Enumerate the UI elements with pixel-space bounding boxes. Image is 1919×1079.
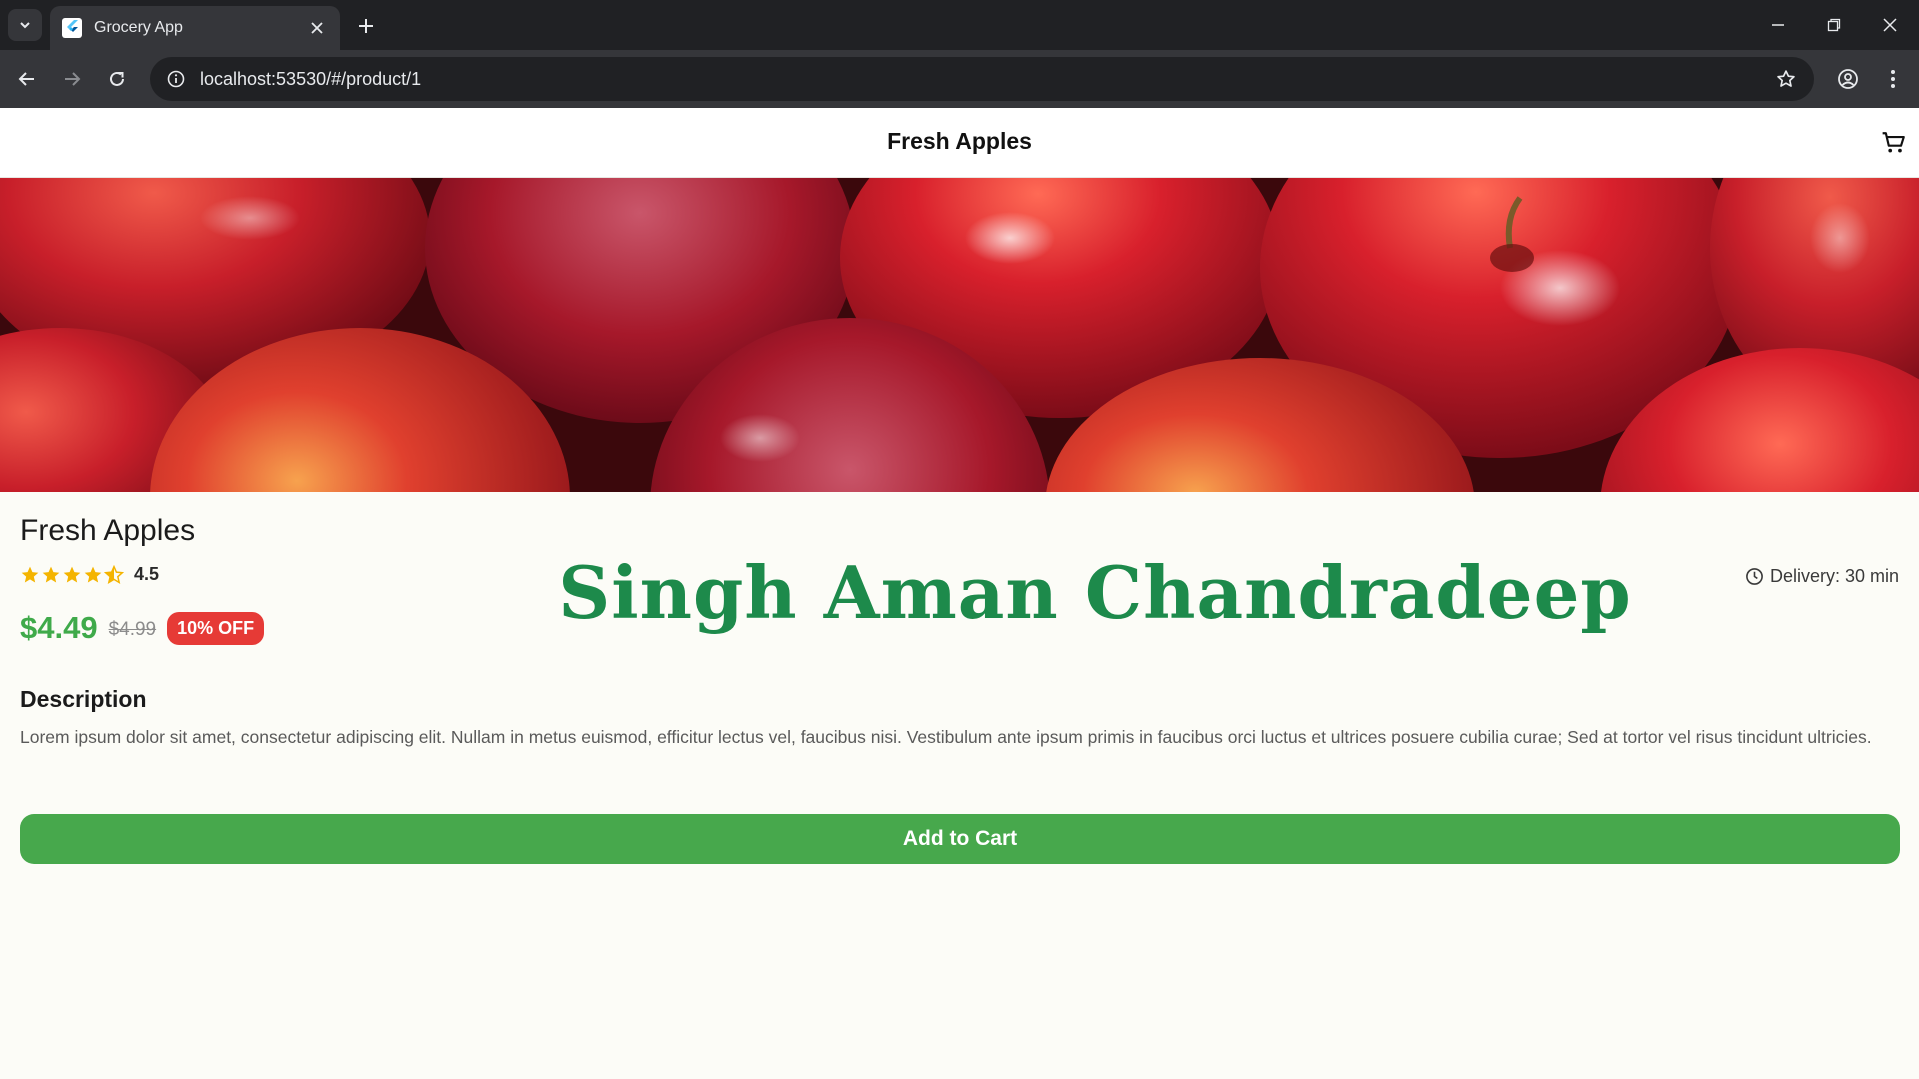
product-image [0,178,1919,492]
restore-button[interactable] [1814,8,1854,42]
delivery-info: Delivery: 30 min [1745,566,1899,587]
restore-icon [1827,18,1841,32]
page-title: Fresh Apples [887,128,1032,154]
add-to-cart-button[interactable]: Add to Cart [20,814,1900,864]
url-text: localhost:53530/#/product/1 [200,68,422,89]
arrow-left-icon [18,72,34,86]
minimize-icon [1772,24,1784,26]
more-vertical-icon [1891,70,1895,88]
description-text: Lorem ipsum dolor sit amet, consectetur … [20,727,1872,747]
browser-tabbar: Grocery App [0,0,1919,50]
forward-button[interactable] [55,62,89,96]
arrow-right-icon [65,72,81,86]
shopping-cart-icon[interactable] [1878,127,1910,159]
tab-search-button[interactable] [8,9,42,41]
address-bar[interactable]: localhost:53530/#/product/1 [150,57,1814,101]
browser-toolbar: localhost:53530/#/product/1 [0,50,1919,108]
bookmark-star-icon[interactable] [1766,59,1806,99]
browser-tab[interactable]: Grocery App [50,6,340,50]
close-window-button[interactable] [1870,8,1910,42]
minimize-button[interactable] [1758,8,1798,42]
reload-button[interactable] [100,62,134,96]
tab-title: Grocery App [94,19,183,36]
app-bar: Fresh Apples [0,108,1919,178]
description-heading: Description [20,686,147,712]
flutter-logo-icon [62,18,82,38]
account-circle-icon [1838,69,1858,89]
new-tab-button[interactable] [352,12,380,40]
plus-icon [359,19,373,33]
close-icon [1883,18,1897,32]
back-button[interactable] [10,62,44,96]
product-name: Fresh Apples [20,514,196,547]
close-tab-icon[interactable] [306,17,328,39]
browser-menu-button[interactable] [1876,62,1910,96]
chevron-down-icon [20,22,30,29]
reload-icon [110,71,124,86]
clock-icon [1746,568,1763,585]
delivery-text: Delivery: 30 min [1769,566,1899,586]
brand-overlay-text: Singh Aman Chandradeep [558,550,1632,635]
site-info-icon[interactable] [156,59,196,99]
profile-button[interactable] [1831,62,1865,96]
